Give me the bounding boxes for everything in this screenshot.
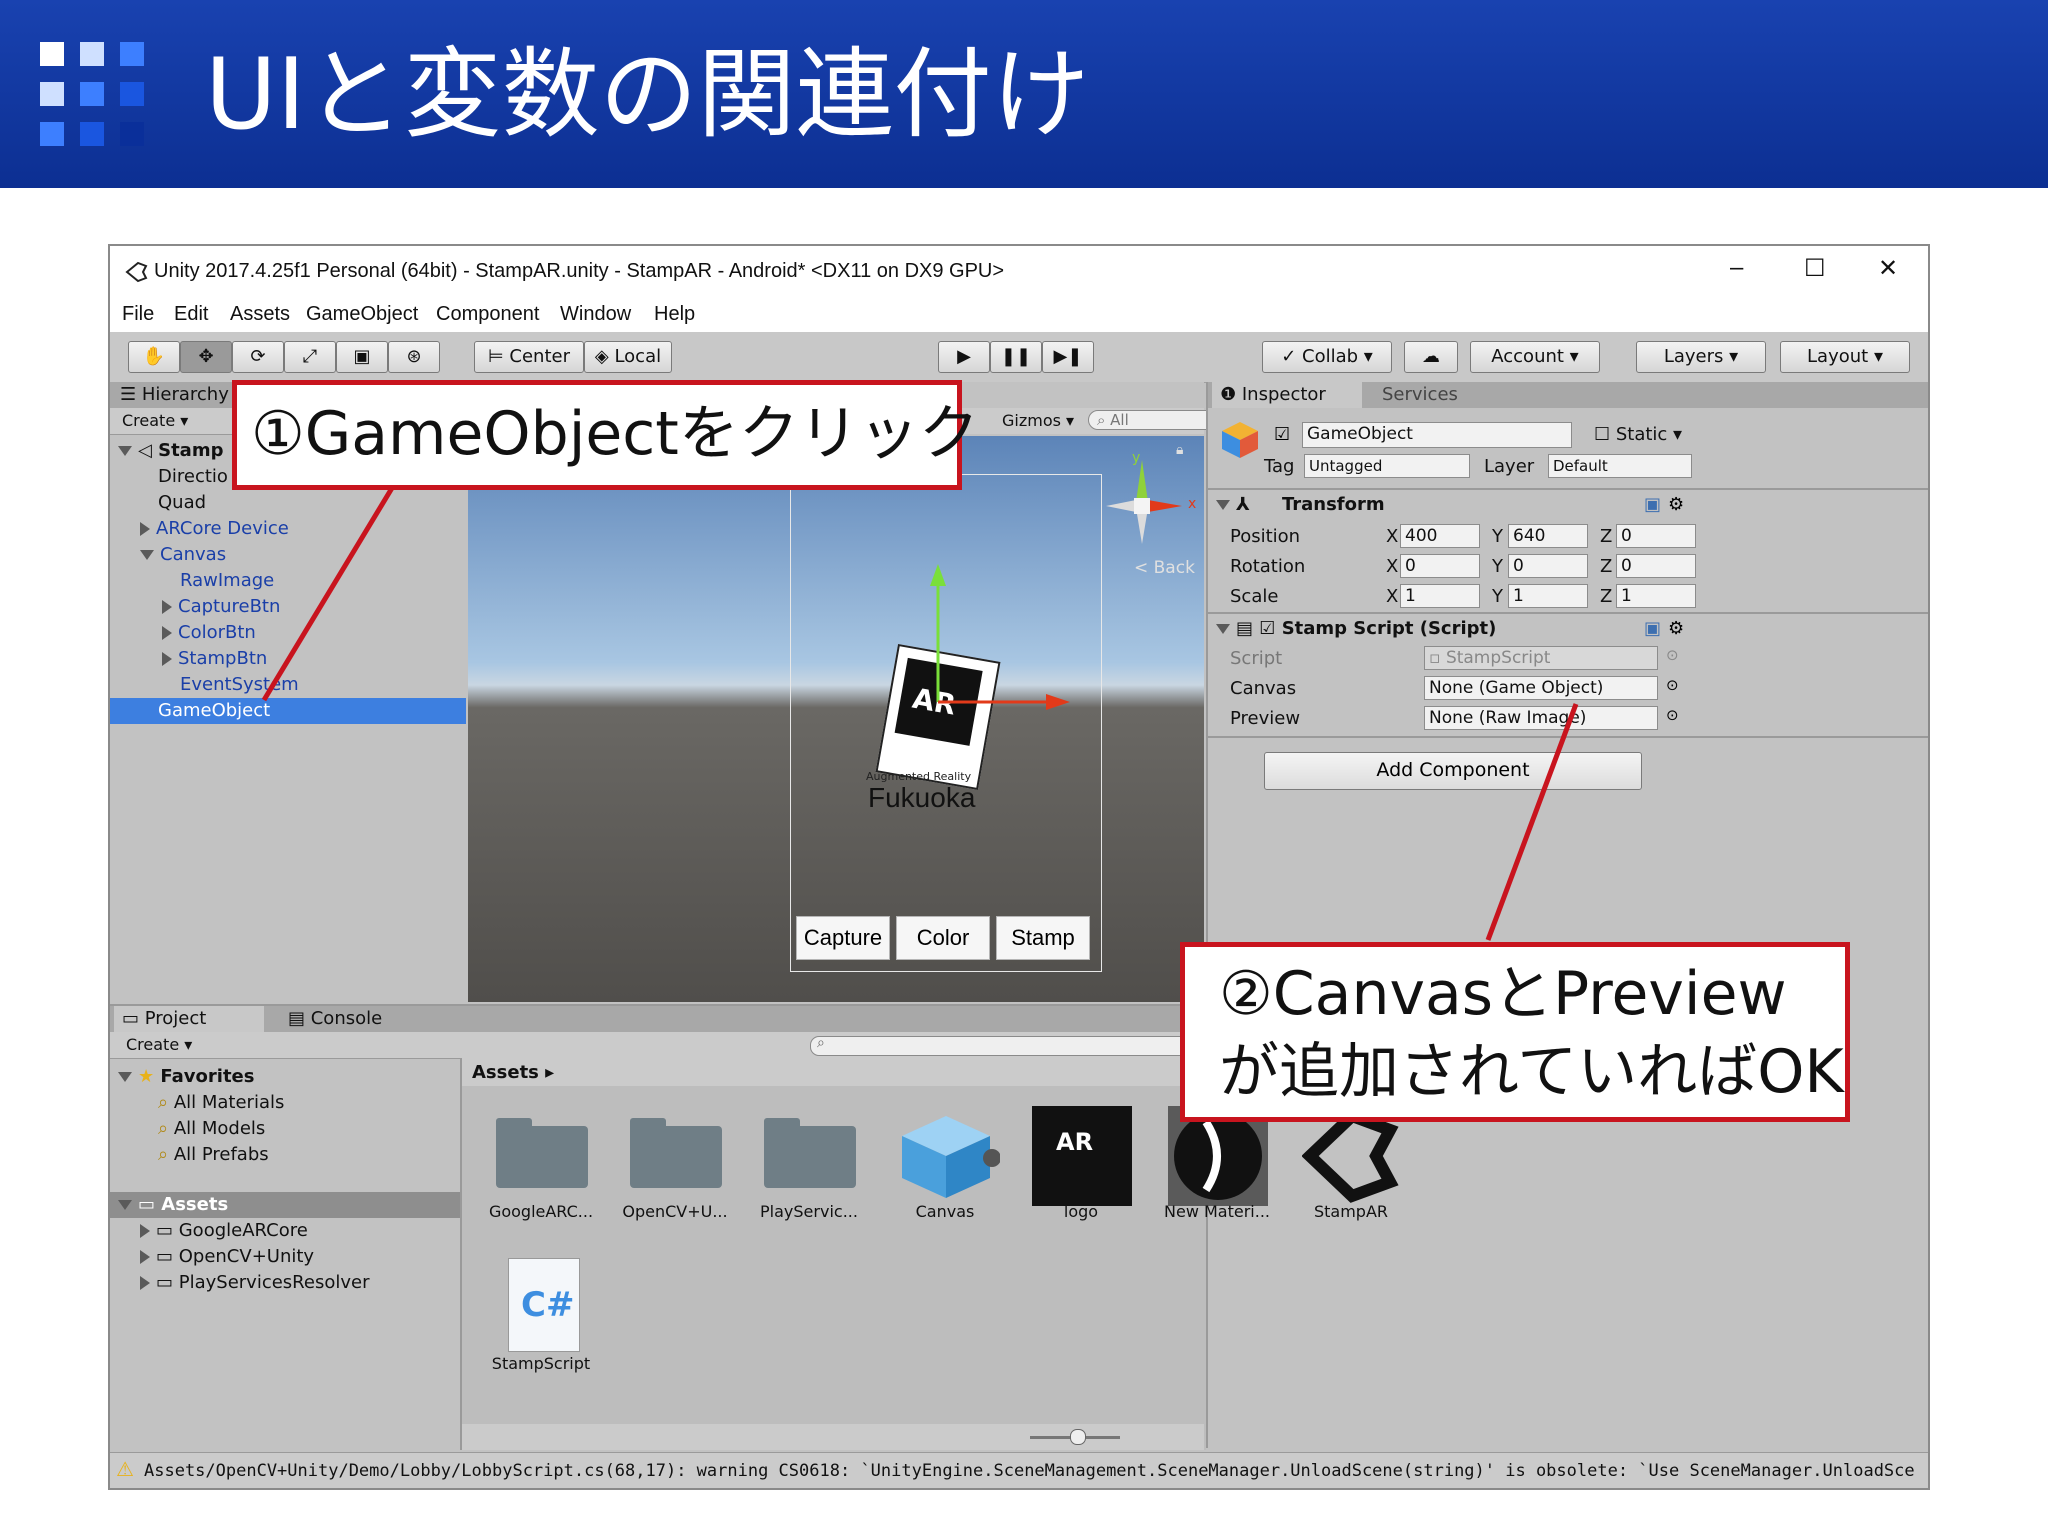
- pointer-line: [261, 486, 395, 702]
- annotation-lines: [261, 486, 1579, 941]
- callout-line-1: ②CanvasとPreview: [1219, 959, 1787, 1029]
- callout-line-2: が追加されていればOK: [1219, 1037, 1844, 1107]
- callout-canvas-preview: ②CanvasとPreview が追加されていればOK: [1180, 942, 1850, 1122]
- callout-click-gameobject: ①GameObjectをクリック: [232, 380, 979, 490]
- pointer-line: [1485, 703, 1579, 941]
